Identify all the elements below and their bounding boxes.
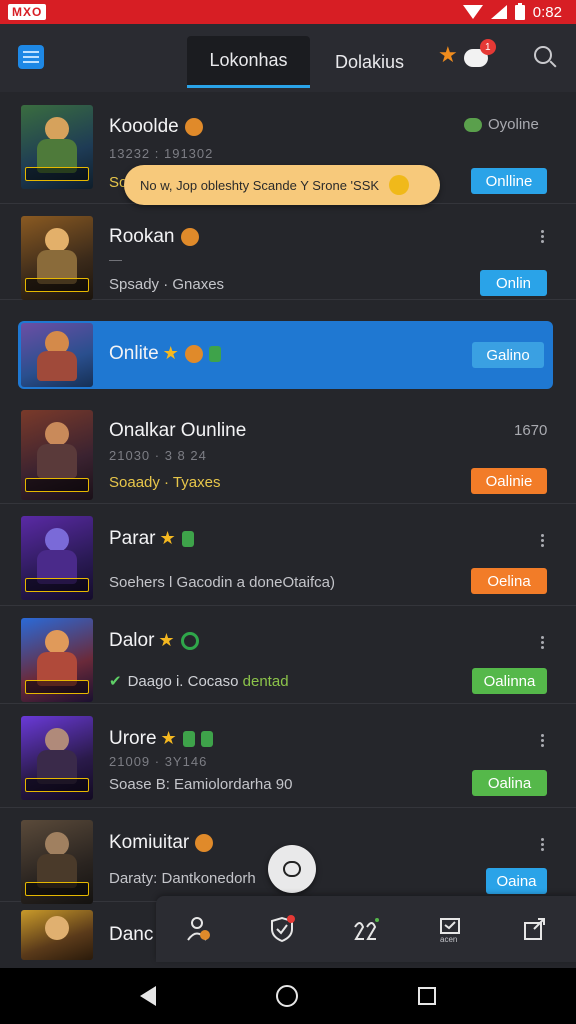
list-item[interactable]: Parar ★ Soehers l Gacodin a doneOtaifca) …: [0, 504, 576, 606]
game-status: Soase B: Eamiolordarha 90: [109, 776, 293, 793]
gem-icon: [182, 730, 195, 747]
chat-icon[interactable]: 1: [463, 39, 496, 67]
chat-icon: [283, 861, 301, 877]
game-thumbnail: [21, 716, 93, 800]
leaf-icon: [464, 118, 482, 133]
game-meta: 21009 · 3Y146: [109, 754, 208, 769]
game-meta: 13232 : 191302: [109, 146, 214, 161]
game-thumbnail: [21, 820, 93, 904]
notification-badge: 1: [479, 39, 496, 55]
game-title: Komiuitar: [109, 832, 214, 854]
brand-logo: MXO: [8, 4, 47, 20]
game-title: Parar ★: [109, 528, 194, 550]
list-item[interactable]: Urore ★ 21009 · 3Y146 Soase B: Eamiolorda…: [0, 704, 576, 808]
game-meta: —: [109, 252, 123, 267]
game-title: Danc: [109, 924, 154, 945]
status-icons: 0:82: [462, 2, 562, 21]
inbox-label: acen: [440, 935, 458, 944]
battery-icon: [514, 2, 525, 20]
game-status: Spsady · Gnaxes: [109, 276, 225, 293]
bottom-toolbar: acen: [156, 896, 576, 962]
tooltip: No w, Jop obleshty Scande Y Srone 'SSK: [124, 165, 440, 205]
game-thumbnail: [21, 323, 93, 387]
tooltip-text: No w, Jop obleshty Scande Y Srone 'SSK: [140, 177, 380, 193]
gem-icon: [181, 530, 194, 547]
online-button[interactable]: Oelina: [471, 568, 547, 594]
app-header: Lokonhas Dolakius ★ 1: [0, 24, 576, 92]
game-title: Dalor ★: [109, 630, 199, 652]
star-icon: ★: [162, 343, 179, 364]
coin-icon: [195, 833, 214, 852]
coin-icon: [184, 117, 203, 136]
shield-icon[interactable]: [268, 915, 296, 943]
game-status: ✔ Daago i. Cocaso dentad: [109, 673, 289, 690]
online-button[interactable]: Oalinie: [471, 468, 547, 494]
game-title: Rookan: [109, 226, 199, 248]
game-meta: 21030 · 3 8 24: [109, 448, 207, 463]
game-status: Daraty: Dantkonedorh: [109, 870, 256, 887]
online-button[interactable]: Oaina: [486, 868, 547, 894]
inbox-icon[interactable]: acen: [436, 915, 464, 944]
game-title: Kooolde: [109, 116, 203, 138]
online-button[interactable]: Onlline: [471, 168, 547, 194]
list-item[interactable]: Rookan — Spsady · Gnaxes Onlin: [0, 204, 576, 300]
game-title: Onalkar Ounline: [109, 420, 247, 441]
gem-icon: [200, 730, 213, 747]
chat-fab-button[interactable]: [268, 845, 316, 893]
game-status: Soaady · Tyaxes: [109, 474, 221, 491]
online-indicator: Oyoline: [464, 116, 539, 133]
search-icon[interactable]: [534, 46, 552, 64]
coin-icon: [180, 227, 199, 246]
game-thumbnail: [21, 216, 93, 300]
list-item[interactable]: Dalor ★ ✔ Daago i. Cocaso dentad Oalinna: [0, 606, 576, 704]
star-icon: ★: [160, 728, 177, 749]
player-count: 1670: [514, 422, 548, 439]
game-thumbnail: [21, 410, 93, 500]
online-button[interactable]: Galino: [472, 342, 544, 368]
more-options-icon[interactable]: [541, 230, 545, 244]
online-button[interactable]: Oalinna: [472, 668, 547, 694]
game-thumbnail: [21, 910, 93, 960]
recents-icon[interactable]: [418, 987, 436, 1005]
back-icon[interactable]: [140, 986, 156, 1006]
more-options-icon[interactable]: [541, 734, 545, 748]
menu-button[interactable]: [18, 45, 44, 69]
star-icon[interactable]: ★: [438, 42, 458, 68]
system-nav-bar: [0, 968, 576, 1024]
check-icon: ✔: [109, 673, 122, 690]
game-title: Urore ★: [109, 728, 213, 750]
game-thumbnail: [21, 618, 93, 702]
tab-dolakius[interactable]: Dolakius: [322, 36, 417, 88]
star-icon: ★: [158, 630, 175, 651]
share-icon[interactable]: [520, 915, 548, 943]
game-thumbnail: [21, 105, 93, 189]
coin-icon: [184, 344, 203, 363]
star-icon: ★: [159, 528, 176, 549]
people-icon[interactable]: [352, 915, 380, 943]
gem-icon: [208, 345, 221, 362]
tab-lokonhas[interactable]: Lokonhas: [187, 36, 310, 88]
online-button[interactable]: Onlin: [480, 270, 547, 296]
list-item-selected[interactable]: Onlite ★ Galino: [18, 321, 553, 389]
more-options-icon[interactable]: [541, 534, 545, 548]
wifi-icon: [462, 5, 483, 19]
signal-icon: [490, 5, 507, 19]
ring-icon: [180, 631, 199, 650]
game-title: Onlite ★: [109, 343, 221, 365]
more-options-icon[interactable]: [541, 636, 545, 650]
emoji-icon: [389, 175, 410, 195]
status-bar: MXO 0:82: [0, 0, 576, 24]
online-button[interactable]: Oalina: [472, 770, 547, 796]
profile-icon[interactable]: [184, 915, 212, 943]
more-options-icon[interactable]: [541, 838, 545, 852]
clock: 0:82: [532, 3, 562, 21]
home-icon[interactable]: [276, 985, 298, 1007]
list-item[interactable]: Onalkar Ounline 21030 · 3 8 24 Soaady · …: [0, 398, 576, 504]
game-thumbnail: [21, 516, 93, 600]
game-status: Soehers l Gacodin a doneOtaifca): [109, 574, 335, 591]
